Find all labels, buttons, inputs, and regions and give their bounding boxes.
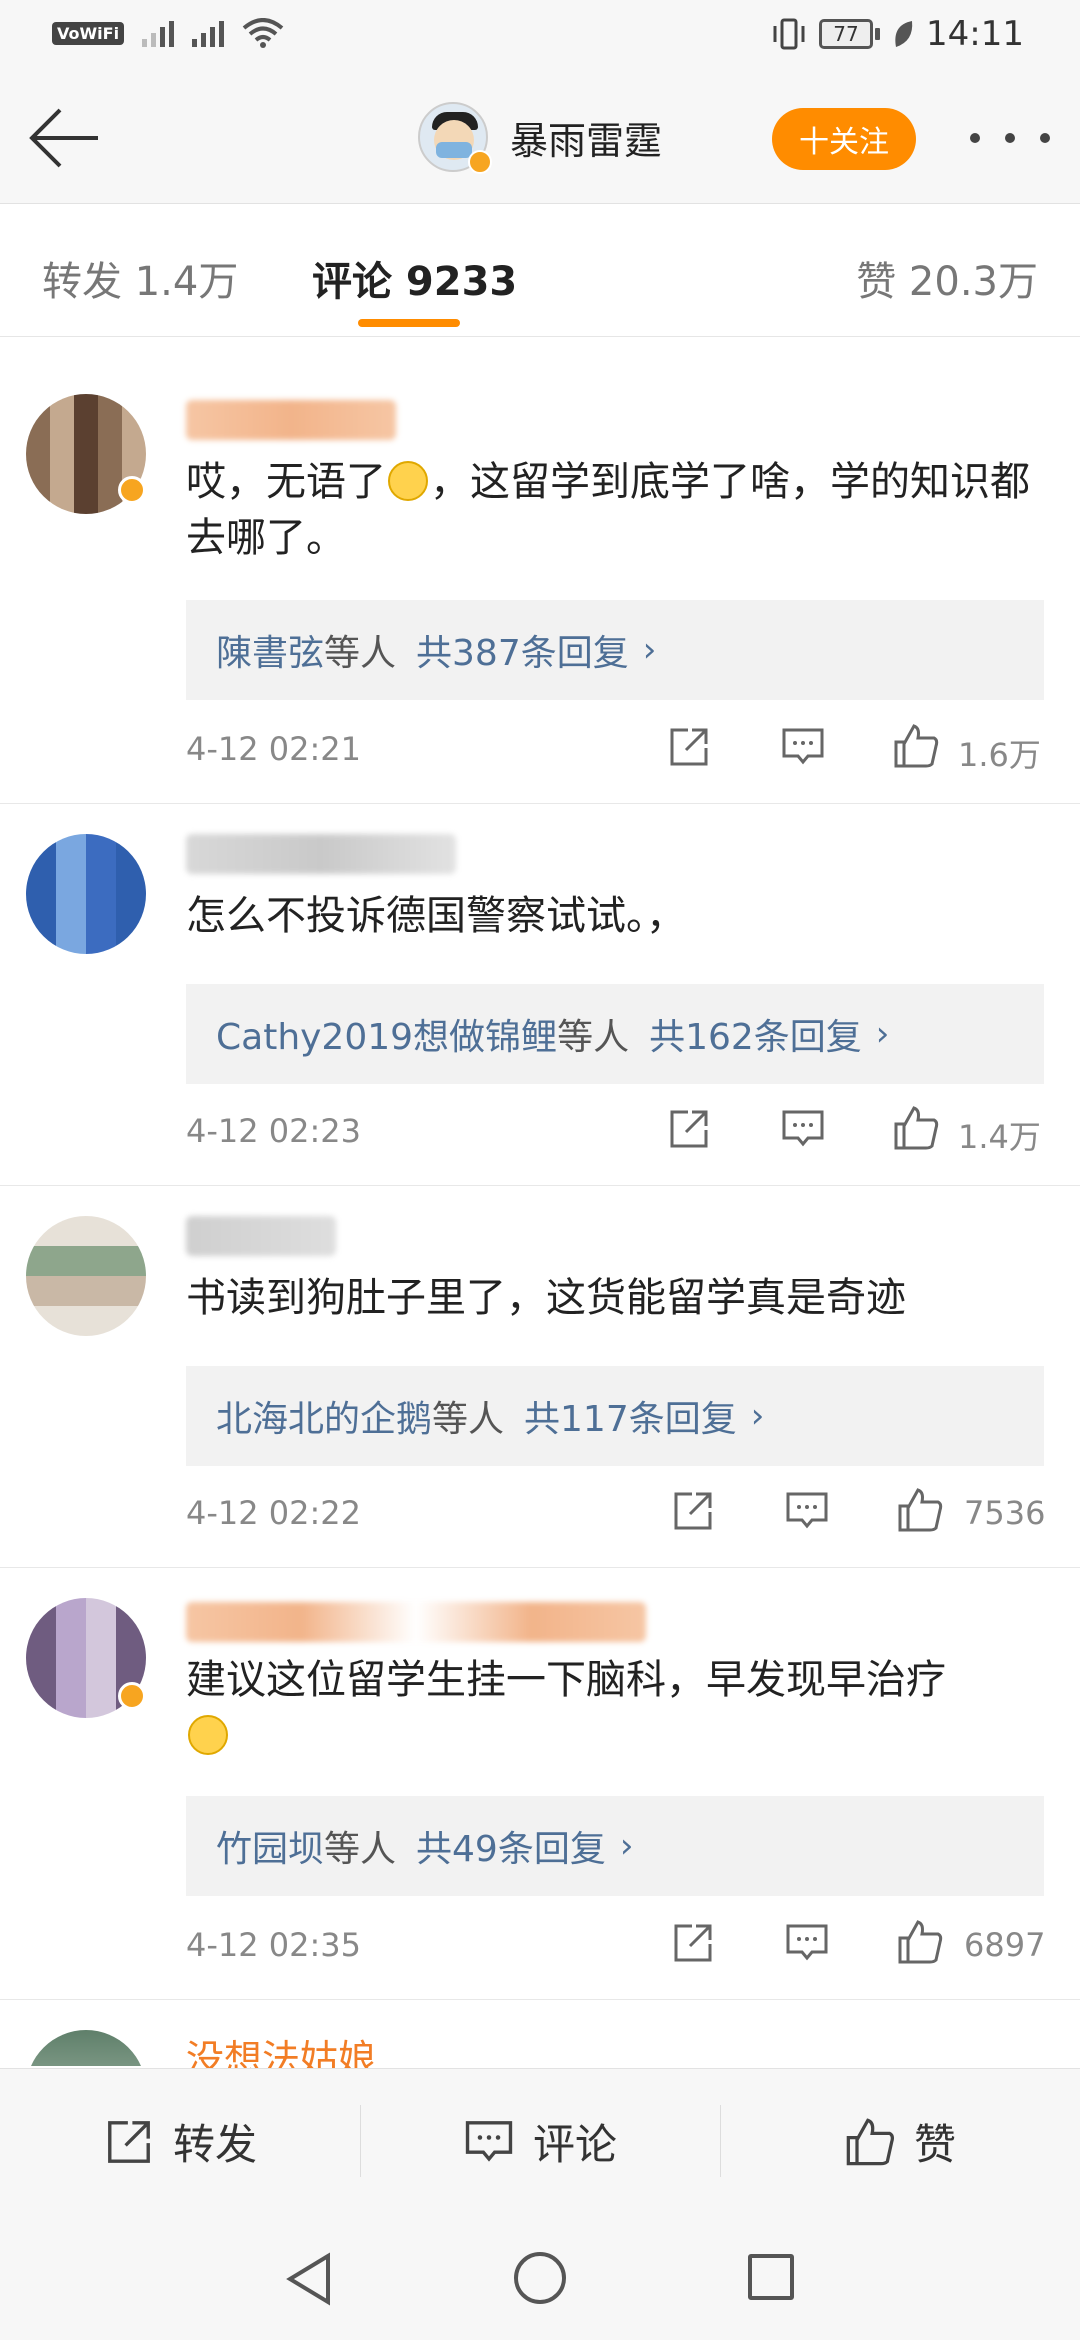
sad-sweat-emoji-icon <box>388 461 428 501</box>
username[interactable] <box>186 834 456 874</box>
share-icon[interactable] <box>666 724 712 770</box>
comment-icon[interactable] <box>784 1920 830 1966</box>
reply-count[interactable]: 共387条回复 <box>416 624 629 676</box>
tab-likes[interactable]: 赞 20.3万 <box>856 249 1038 307</box>
reply-names[interactable]: 北海北的企鹅 <box>216 1390 432 1442</box>
tab-comments[interactable]: 评论 9233 <box>312 249 517 307</box>
share-icon <box>108 2120 150 2163</box>
share-icon[interactable] <box>670 1920 716 1966</box>
repost-label: 转发 <box>172 2120 257 2169</box>
system-nav-bar <box>0 2214 1080 2340</box>
reply-names[interactable]: 竹园坝 <box>216 1820 324 1872</box>
comment-button[interactable]: 评论 <box>360 2069 720 2214</box>
vibrate-icon <box>773 18 805 50</box>
repost-button[interactable]: 转发 <box>0 2069 360 2214</box>
reply-count[interactable]: 共162条回复 <box>649 1008 862 1060</box>
comment-item: 书读到狗肚子里了，这货能留学真是奇迹 北海北的企鹅 等人 共117条回复 › 4… <box>0 1186 1080 1568</box>
like-count: 1.4万 <box>958 1118 1041 1156</box>
avatar[interactable] <box>26 2030 146 2066</box>
reply-suffix: 等人 <box>432 1399 505 1440</box>
avatar[interactable] <box>26 834 146 954</box>
battery-level: 77 <box>819 19 874 49</box>
thumbs-up-icon[interactable] <box>896 1918 944 1966</box>
comment-item: 怎么不投诉德国警察试试。， Cathy2019想做锦鲤 等人 共162条回复 ›… <box>0 804 1080 1186</box>
tab-repost[interactable]: 转发 1.4万 <box>42 249 238 307</box>
comment-text: 书读到狗肚子里了，这货能留学真是奇迹 <box>186 1275 906 1321</box>
like-count: 6897 <box>964 1926 1046 1964</box>
share-icon[interactable] <box>670 1488 716 1534</box>
comment-time: 4-12 02:23 <box>186 1112 362 1150</box>
username[interactable] <box>186 1602 646 1642</box>
avatar[interactable] <box>418 102 492 174</box>
like-button[interactable]: 赞 <box>720 2069 1080 2214</box>
vowifi-icon: VoWiFi <box>52 21 125 45</box>
comment-time: 4-12 02:21 <box>186 730 362 768</box>
back-arrow-icon[interactable] <box>24 102 104 174</box>
reply-suffix: 等人 <box>324 1829 397 1870</box>
like-label: 赞 <box>913 2120 956 2169</box>
avatar[interactable] <box>26 1216 146 1336</box>
comment-time: 4-12 02:35 <box>186 1926 362 1964</box>
comment-text-part: 哎，无语了 <box>186 459 386 505</box>
like-count: 1.6万 <box>958 736 1041 774</box>
thumbs-up-icon[interactable] <box>896 1486 944 1534</box>
comment-icon[interactable] <box>780 1106 826 1152</box>
nav-home-icon[interactable] <box>514 2252 566 2304</box>
tab-bar: 转发 1.4万 评论 9233 赞 20.3万 <box>0 205 1080 337</box>
comment-label: 评论 <box>532 2120 617 2169</box>
battery-icon: 77 <box>819 19 881 49</box>
signal-icon <box>142 19 175 47</box>
verified-badge-icon <box>468 150 492 174</box>
tab-indicator <box>358 319 460 327</box>
chevron-right-icon: › <box>642 630 657 670</box>
verified-badge-icon <box>118 476 146 504</box>
wifi-icon <box>242 18 284 48</box>
status-bar: VoWiFi 77 14:11 <box>0 0 1080 72</box>
nav-back-icon[interactable] <box>284 2252 334 2306</box>
comment-text-part: 建议这位留学生挂一下脑科，早发现早治疗 <box>186 1657 946 1703</box>
thumbs-up-icon[interactable] <box>892 1104 940 1152</box>
reply-names[interactable]: 陳書弦 <box>216 624 324 676</box>
comment-time: 4-12 02:22 <box>186 1494 362 1532</box>
more-icon[interactable] <box>970 118 1050 158</box>
reply-summary[interactable]: 北海北的企鹅 等人 共117条回复 › <box>186 1366 1044 1466</box>
thumbs-up-icon[interactable] <box>892 722 940 770</box>
thumbs-up-icon <box>846 2117 894 2165</box>
chevron-right-icon: › <box>750 1396 765 1436</box>
comment-icon <box>465 2120 513 2162</box>
comment-text: 建议这位留学生挂一下脑科，早发现早治疗 <box>186 1652 1046 1764</box>
comment-list[interactable]: 哎，无语了 ，这留学到底学了啥，学的知识都去哪了。 陳書弦 等人 共387条回复 … <box>0 358 1080 2066</box>
comment-text: 哎，无语了 ，这留学到底学了啥，学的知识都去哪了。 <box>186 454 1046 566</box>
reply-count[interactable]: 共117条回复 <box>524 1390 737 1442</box>
header: 暴雨雷霆 十关注 <box>0 72 1080 204</box>
share-icon[interactable] <box>666 1106 712 1152</box>
follow-button[interactable]: 十关注 <box>772 108 916 170</box>
profile-name: 暴雨雷霆 <box>510 118 663 163</box>
shush-emoji-icon <box>188 1715 228 1755</box>
reply-summary[interactable]: Cathy2019想做锦鲤 等人 共162条回复 › <box>186 984 1044 1084</box>
profile-title[interactable]: 暴雨雷霆 <box>418 102 663 174</box>
reply-suffix: 等人 <box>557 1017 630 1058</box>
signal-icon <box>192 19 225 47</box>
chevron-right-icon: › <box>619 1826 634 1866</box>
reply-suffix: 等人 <box>324 633 397 674</box>
chevron-right-icon: › <box>875 1014 890 1054</box>
username[interactable] <box>186 1216 336 1256</box>
leaf-icon <box>895 21 913 47</box>
reply-names[interactable]: Cathy2019想做锦鲤 <box>216 1008 557 1060</box>
comment-item: 哎，无语了 ，这留学到底学了啥，学的知识都去哪了。 陳書弦 等人 共387条回复 … <box>0 358 1080 804</box>
verified-badge-icon <box>118 1682 146 1710</box>
clock: 14:11 <box>926 14 1024 54</box>
bottom-action-bar: 转发 评论 赞 <box>0 2068 1080 2214</box>
comment-item: 建议这位留学生挂一下脑科，早发现早治疗 竹园坝 等人 共49条回复 › 4-12… <box>0 1568 1080 2000</box>
comment-icon[interactable] <box>784 1488 830 1534</box>
comment-text: 怎么不投诉德国警察试试。， <box>186 893 686 939</box>
nav-recent-icon[interactable] <box>748 2254 794 2300</box>
reply-summary[interactable]: 竹园坝 等人 共49条回复 › <box>186 1796 1044 1896</box>
reply-count[interactable]: 共49条回复 <box>416 1820 606 1872</box>
comment-icon[interactable] <box>780 724 826 770</box>
reply-summary[interactable]: 陳書弦 等人 共387条回复 › <box>186 600 1044 700</box>
like-count: 7536 <box>964 1494 1046 1532</box>
username[interactable] <box>186 400 396 440</box>
